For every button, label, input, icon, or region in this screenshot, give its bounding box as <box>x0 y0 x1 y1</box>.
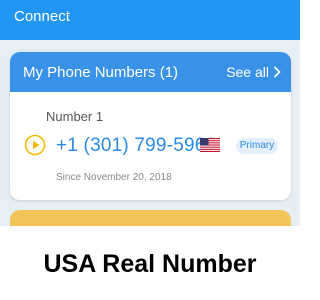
card-header: My Phone Numbers (1) See all <box>10 52 291 92</box>
see-all-label: See all <box>226 64 269 80</box>
phone-number[interactable]: +1 (301) 799-5969 <box>56 135 216 157</box>
number-caption: Number 1 <box>46 109 104 124</box>
banner-title: USA Real Number <box>43 250 257 278</box>
app-title: Connect <box>14 8 70 25</box>
primary-badge: Primary <box>236 138 278 154</box>
us-flag-icon <box>200 138 220 152</box>
play-icon[interactable] <box>24 134 46 156</box>
chevron-right-icon <box>273 66 281 78</box>
see-all-link[interactable]: See all <box>226 64 281 80</box>
card-title: My Phone Numbers (1) <box>23 64 179 81</box>
since-date: Since November 20, 2018 <box>56 172 172 183</box>
app-bar: Connect <box>0 0 300 40</box>
